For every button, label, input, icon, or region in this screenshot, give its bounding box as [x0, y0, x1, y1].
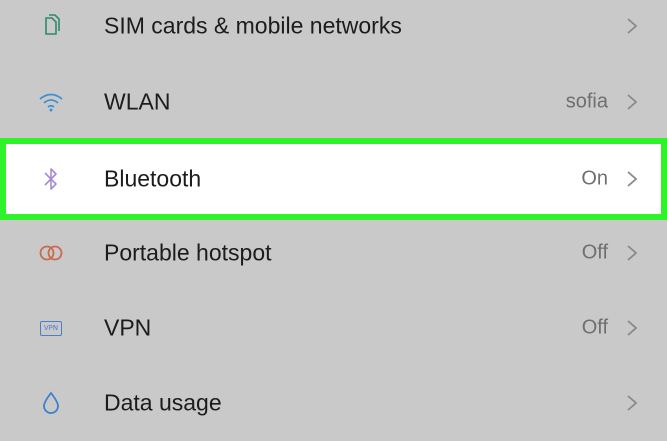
portable-hotspot-row[interactable]: Portable hotspot Off [0, 215, 667, 291]
data-usage-label: Data usage [104, 389, 222, 416]
vpn-label: VPN [104, 314, 152, 341]
wlan-network-value: sofia [565, 90, 608, 113]
hotspot-icon [34, 236, 68, 270]
chevron-right-icon [627, 395, 638, 411]
sim-cards-label: SIM cards & mobile networks [104, 12, 402, 39]
data-usage-icon [34, 386, 68, 420]
sim-card-icon [34, 9, 68, 43]
chevron-right-icon [627, 171, 638, 187]
wifi-icon [34, 85, 68, 119]
data-usage-row[interactable]: Data usage [0, 365, 667, 441]
vpn-status-value: Off [581, 316, 608, 339]
sim-cards-row[interactable]: SIM cards & mobile networks [0, 0, 667, 64]
chevron-right-icon [627, 245, 638, 261]
portable-hotspot-status-value: Off [581, 241, 608, 264]
vpn-icon: VPN [34, 311, 68, 345]
wlan-label: WLAN [104, 88, 171, 115]
bluetooth-status-value: On [581, 167, 608, 190]
bluetooth-icon [34, 162, 68, 196]
bluetooth-row[interactable]: Bluetooth On [0, 138, 667, 220]
bluetooth-label: Bluetooth [104, 165, 202, 192]
chevron-right-icon [627, 18, 638, 34]
vpn-row[interactable]: VPN VPN Off [0, 290, 667, 366]
portable-hotspot-label: Portable hotspot [104, 239, 272, 266]
vpn-badge: VPN [40, 320, 62, 336]
chevron-right-icon [627, 94, 638, 110]
wlan-row[interactable]: WLAN sofia [0, 64, 667, 140]
settings-list: SIM cards & mobile networks WLAN sofia B… [0, 0, 667, 416]
chevron-right-icon [627, 320, 638, 336]
